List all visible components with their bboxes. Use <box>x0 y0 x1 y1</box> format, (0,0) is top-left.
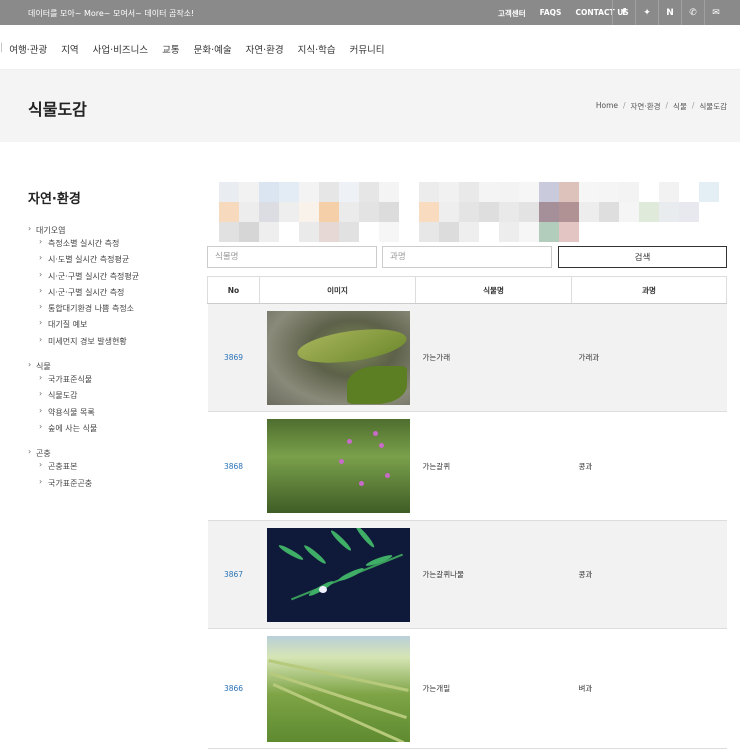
nav-item-travel[interactable]: 여행·관광 <box>9 42 47 56</box>
nav-item-knowledge[interactable]: 지식·학습 <box>298 42 336 56</box>
site-tagline: 데이터를 모아~ More~ 모여서~ 데이터 곰작소! <box>28 9 195 18</box>
search-form: 검색 <box>207 246 727 268</box>
breadcrumb: Home / 자연·환경 / 식물 / 식물도감 <box>596 101 727 112</box>
plant-thumbnail[interactable] <box>266 527 410 622</box>
breadcrumb-nature[interactable]: 자연·환경 <box>631 101 661 112</box>
table-header-row: No 이미지 식물명 과명 <box>207 276 727 304</box>
sidebar-group-plants: 식물 국가표준식물 식물도감 약용식물 목록 숲에 사는 식물 <box>28 360 198 439</box>
sidebar-group-label[interactable]: 대기오염 <box>28 224 198 238</box>
nav-item-region[interactable]: 지역 <box>61 42 78 56</box>
breadcrumb-plants[interactable]: 식물 <box>673 101 687 112</box>
nav-item-community[interactable]: 커뮤니티 <box>350 42 385 56</box>
plant-name: 가는가래 <box>415 303 572 412</box>
sidebar-item[interactable]: 통합대기환경 나쁨 측정소 <box>28 302 198 319</box>
nav-item-nature[interactable]: 자연·환경 <box>246 42 284 56</box>
col-image: 이미지 <box>259 276 416 304</box>
sidebar-item[interactable]: 숲에 사는 식물 <box>28 422 198 439</box>
nav-item-transport[interactable]: 교통 <box>162 42 179 56</box>
table-row[interactable]: 3867 가는갈퀴나물 콩과 <box>207 520 727 629</box>
nav-item-business[interactable]: 사업·비즈니스 <box>93 42 148 56</box>
table-row[interactable]: 3869 가는가래 가래과 <box>207 303 727 412</box>
sidebar: 자연·환경 대기오염 측정소별 실시간 측정 시·도별 실시간 측정평균 시·군… <box>28 188 198 494</box>
plant-table: No 이미지 식물명 과명 3869 가는가래 가래과 3868 가는갈퀴 콩과… <box>207 276 727 749</box>
page-header-band: 식물도감 Home / 자연·환경 / 식물 / 식물도감 <box>0 70 740 142</box>
col-family: 과명 <box>571 276 727 304</box>
top-bar: 데이터를 모아~ More~ 모여서~ 데이터 곰작소! 고객센터 FAQS C… <box>0 0 740 25</box>
col-no: No <box>207 276 260 304</box>
nav-edge-mark: | <box>0 42 4 53</box>
sidebar-item[interactable]: 측정소별 실시간 측정 <box>28 237 198 254</box>
breadcrumb-home[interactable]: Home <box>596 101 618 112</box>
search-button[interactable]: 검색 <box>558 246 727 268</box>
sidebar-item-plant-encyclopedia[interactable]: 식물도감 <box>28 389 198 406</box>
mail-icon[interactable]: ✉ <box>704 0 727 25</box>
row-no-link[interactable]: 3869 <box>207 303 260 412</box>
sidebar-group-air: 대기오염 측정소별 실시간 측정 시·도별 실시간 측정평균 시·군·구별 실시… <box>28 224 198 352</box>
naver-icon[interactable]: N <box>658 0 681 25</box>
faqs-link[interactable]: FAQS <box>540 8 562 19</box>
sidebar-item[interactable]: 국가표준곤충 <box>28 477 198 494</box>
row-no-link[interactable]: 3867 <box>207 520 260 629</box>
sidebar-item[interactable]: 시·도별 실시간 측정평균 <box>28 253 198 270</box>
sidebar-item[interactable]: 곤충표본 <box>28 460 198 477</box>
sidebar-item[interactable]: 대기질 예보 <box>28 318 198 335</box>
row-no-link[interactable]: 3868 <box>207 411 260 521</box>
customer-center-link[interactable]: 고객센터 <box>498 8 526 19</box>
social-icons: f ✦ N ✆ ✉ <box>612 0 727 25</box>
sidebar-item[interactable]: 시·군·구별 실시간 측정평균 <box>28 270 198 287</box>
sidebar-item[interactable]: 미세먼지 경보 발생현황 <box>28 335 198 352</box>
plant-name: 가는갈퀴 <box>415 411 572 521</box>
sidebar-group-label[interactable]: 식물 <box>28 360 198 374</box>
family-name-input[interactable] <box>382 246 552 268</box>
sidebar-item[interactable]: 약용식물 목록 <box>28 406 198 423</box>
plant-thumbnail[interactable] <box>266 310 410 405</box>
sidebar-group-insects: 곤충 곤충표본 국가표준곤충 <box>28 447 198 494</box>
table-row[interactable]: 3866 가는개밀 벼과 <box>207 628 727 749</box>
plant-name: 가는갈퀴나물 <box>415 520 572 629</box>
breadcrumb-separator: / <box>665 101 669 110</box>
page-title: 식물도감 <box>28 100 87 119</box>
plant-name: 가는개밀 <box>415 628 572 749</box>
breadcrumb-separator: / <box>623 101 626 110</box>
family-name: 벼과 <box>571 628 727 749</box>
plant-thumbnail[interactable] <box>266 635 410 742</box>
family-name: 콩과 <box>571 520 727 629</box>
family-name: 가래과 <box>571 303 727 412</box>
sidebar-heading: 자연·환경 <box>28 192 81 207</box>
facebook-icon[interactable]: f <box>612 0 635 25</box>
row-no-link[interactable]: 3866 <box>207 628 260 749</box>
sidebar-item[interactable]: 국가표준식물 <box>28 373 198 390</box>
twitter-icon[interactable]: ✦ <box>635 0 658 25</box>
nav-item-culture[interactable]: 문화·예술 <box>194 42 232 56</box>
breadcrumb-separator: / <box>691 101 695 110</box>
col-plant-name: 식물명 <box>415 276 572 304</box>
phone-icon[interactable]: ✆ <box>681 0 704 25</box>
sidebar-group-label[interactable]: 곤충 <box>28 447 198 461</box>
table-row[interactable]: 3868 가는갈퀴 콩과 <box>207 411 727 521</box>
family-name: 콩과 <box>571 411 727 521</box>
main-nav: | 여행·관광 지역 사업·비즈니스 교통 문화·예술 자연·환경 지식·학습 … <box>0 25 740 70</box>
pixelated-banner-image <box>199 182 719 242</box>
plant-name-input[interactable] <box>207 246 377 268</box>
plant-thumbnail[interactable] <box>266 419 410 513</box>
breadcrumb-current: 식물도감 <box>699 102 727 111</box>
sidebar-item[interactable]: 시·군·구별 실시간 측정 <box>28 286 198 303</box>
